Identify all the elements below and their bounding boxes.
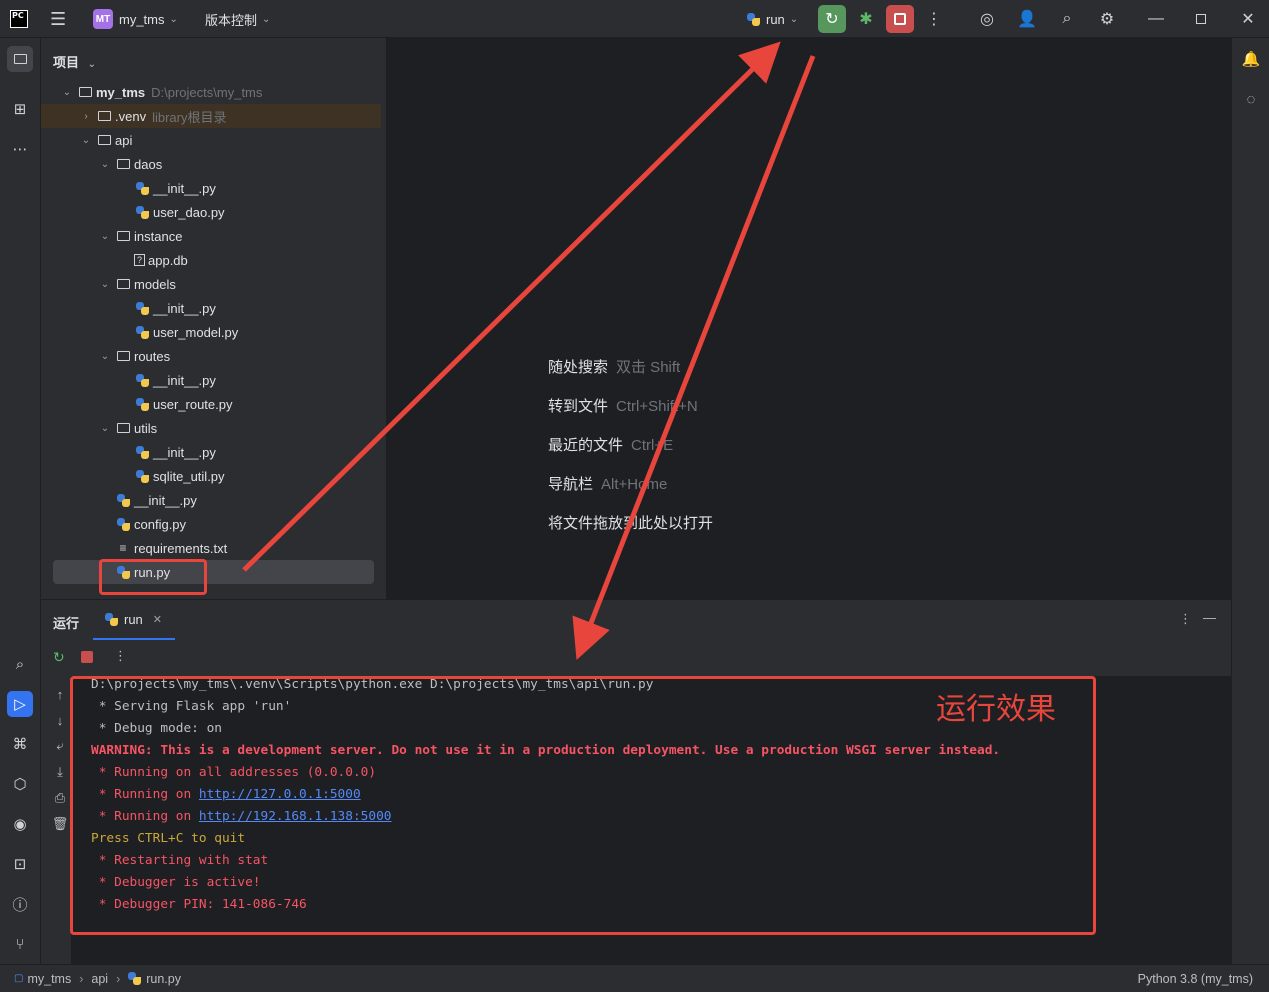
- arrow-to-console: [572, 55, 816, 660]
- arrow-to-run-config: [242, 41, 781, 572]
- annotation-arrows: [242, 41, 816, 660]
